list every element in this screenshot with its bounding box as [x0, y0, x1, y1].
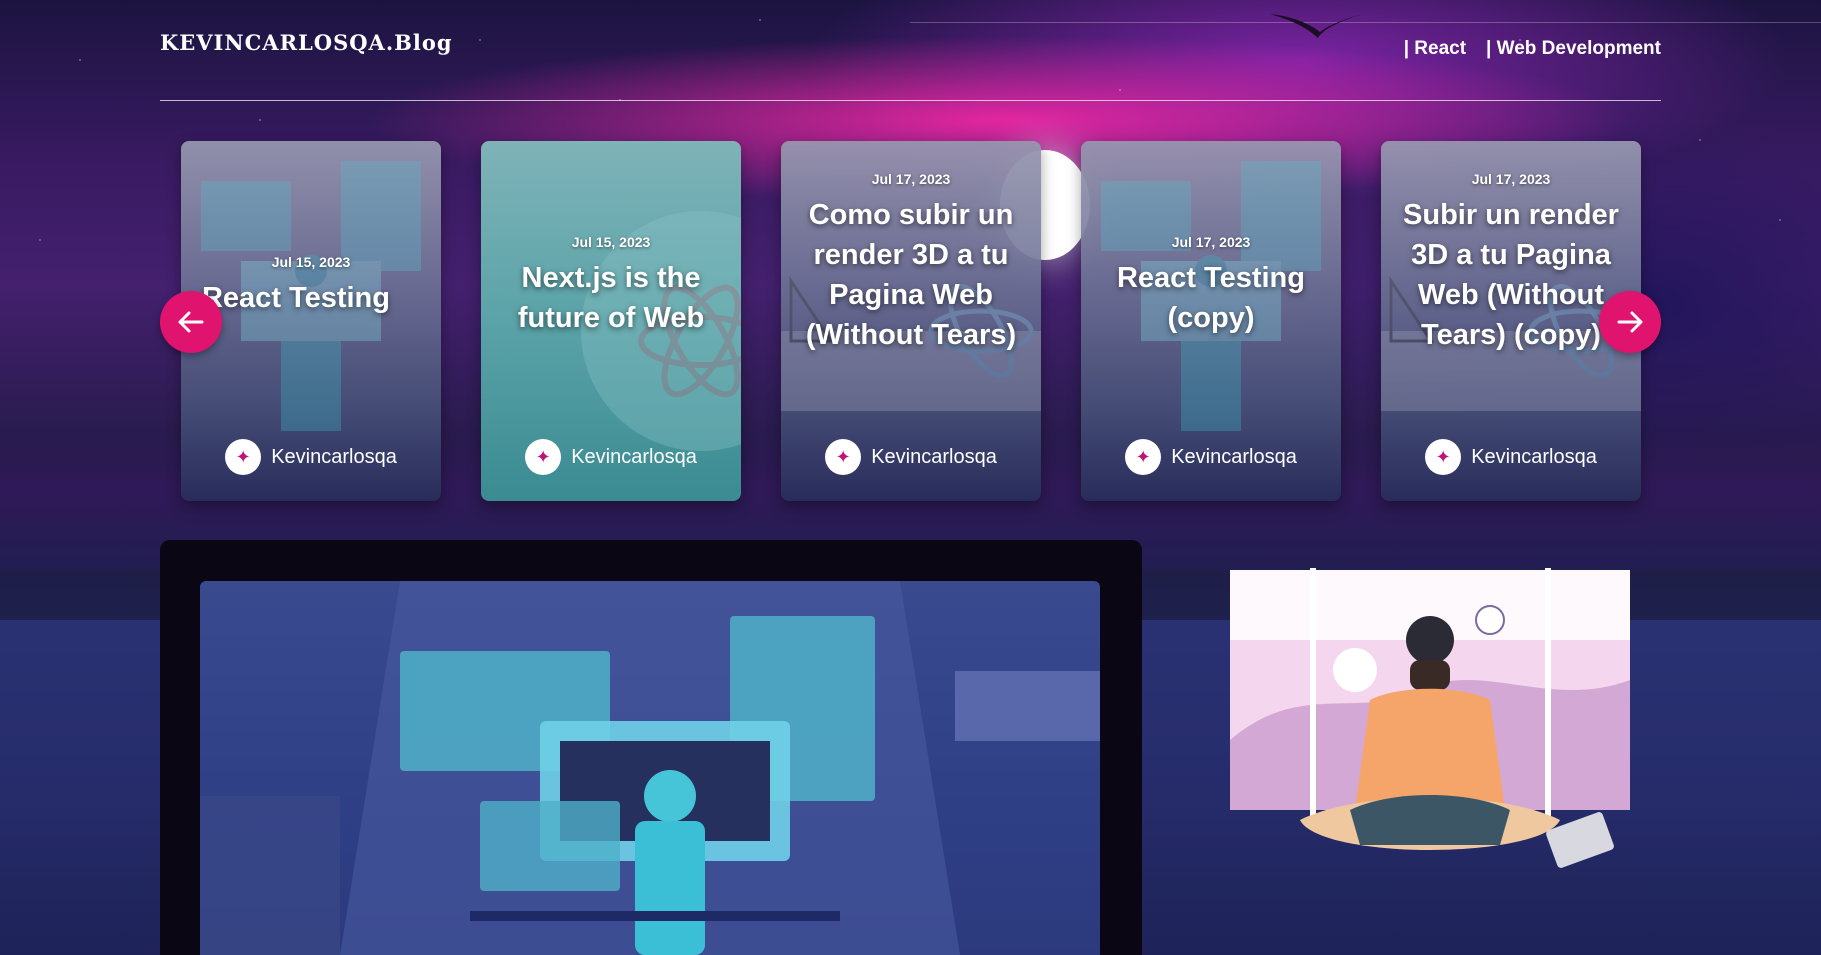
meditation-illustration-icon [1230, 568, 1630, 868]
post-date: Jul 17, 2023 [1471, 171, 1551, 187]
post-author: ✦ Kevincarlosqa [481, 439, 741, 475]
carousel-prev-button[interactable] [160, 291, 222, 353]
nav-link-react[interactable]: | React [1404, 38, 1466, 60]
post-title[interactable]: Como subir un render 3D a tu Pagina Web … [789, 195, 1033, 355]
author-name: Kevincarlosqa [1471, 445, 1597, 468]
author-name: Kevincarlosqa [871, 445, 997, 468]
post-card[interactable]: Jul 17, 2023 React Testing (copy) ✦ Kevi… [1081, 141, 1341, 501]
post-title[interactable]: Next.js is the future of Web [489, 258, 733, 338]
post-carousel: Jul 15, 2023 React Testing ✦ Kevincarlos… [181, 141, 1641, 501]
post-title[interactable]: Subir un render 3D a tu Pagina Web (With… [1389, 195, 1633, 355]
card-content: Jul 17, 2023 Subir un render 3D a tu Pag… [1381, 141, 1641, 431]
site-brand[interactable]: KEVINCARLOSQA.Blog [160, 30, 453, 55]
post-author: ✦ Kevincarlosqa [781, 439, 1041, 475]
header-divider [160, 100, 1661, 101]
author-avatar: ✦ [825, 439, 862, 475]
sidebar-illustration [1220, 560, 1640, 920]
post-date: Jul 17, 2023 [1171, 234, 1251, 250]
card-content: Jul 15, 2023 React Testing [181, 141, 441, 431]
author-avatar: ✦ [1425, 439, 1462, 475]
post-date: Jul 15, 2023 [571, 234, 651, 250]
card-content: Jul 15, 2023 Next.js is the future of We… [481, 141, 741, 431]
post-card[interactable]: Jul 15, 2023 Next.js is the future of We… [481, 141, 741, 501]
top-nav: | React | Web Development [1404, 38, 1661, 60]
author-avatar: ✦ [525, 439, 562, 475]
card-content: Jul 17, 2023 React Testing (copy) [1081, 141, 1341, 431]
author-avatar: ✦ [225, 439, 262, 475]
author-name: Kevincarlosqa [271, 445, 397, 468]
post-date: Jul 17, 2023 [871, 171, 951, 187]
nav-link-web-development[interactable]: | Web Development [1486, 38, 1661, 60]
post-title[interactable]: React Testing (copy) [1089, 258, 1333, 338]
post-author: ✦ Kevincarlosqa [1381, 439, 1641, 475]
arrow-right-icon [1617, 311, 1643, 333]
post-author: ✦ Kevincarlosqa [1081, 439, 1341, 475]
author-avatar: ✦ [1125, 439, 1162, 475]
bird-icon [1270, 12, 1370, 38]
featured-post[interactable] [160, 540, 1142, 955]
featured-post-image[interactable] [200, 581, 1100, 955]
card-content: Jul 17, 2023 Como subir un render 3D a t… [781, 141, 1041, 431]
post-title[interactable]: React Testing [202, 278, 390, 318]
carousel-next-button[interactable] [1599, 291, 1661, 353]
arrow-left-icon [178, 311, 204, 333]
author-name: Kevincarlosqa [571, 445, 697, 468]
post-author: ✦ Kevincarlosqa [181, 439, 441, 475]
developer-illustration-icon [200, 581, 1100, 955]
author-name: Kevincarlosqa [1171, 445, 1297, 468]
post-date: Jul 15, 2023 [271, 254, 351, 270]
post-card[interactable]: Jul 17, 2023 Como subir un render 3D a t… [781, 141, 1041, 501]
